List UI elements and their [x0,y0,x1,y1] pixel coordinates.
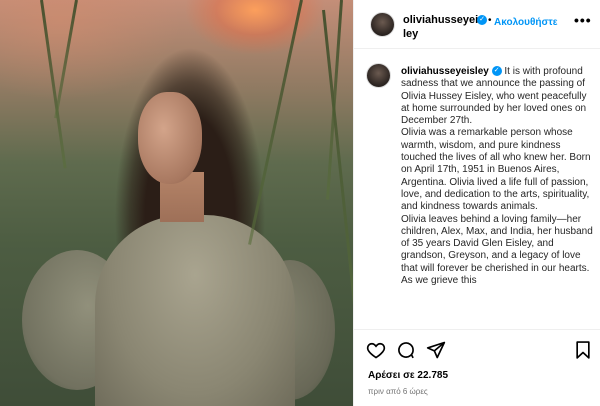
header-username[interactable]: oliviahusseyeisley [403,13,487,41]
header-separator: • [488,15,492,26]
verified-badge-icon: ✓ [477,15,487,25]
photo-face [138,92,202,184]
post-header: oliviahusseyeisley ✓ • Ακολουθήστε ••• [354,0,600,49]
photo-blouse [95,215,295,406]
likes-count[interactable]: Αρέσει σε 22.785 [368,370,448,381]
share-icon[interactable] [426,340,446,360]
photo-frond [54,0,78,119]
post-panel: oliviahusseyeisley ✓ • Ακολουθήστε ••• o… [353,0,600,406]
avatar[interactable] [370,12,395,37]
action-bar: Αρέσει σε 22.785 πριν από 6 ώρες [354,329,600,406]
verified-badge-icon: ✓ [491,66,502,77]
comment-icon[interactable] [396,340,416,360]
heart-icon[interactable] [366,340,386,360]
caption-username[interactable]: oliviahusseyeisley [401,66,489,77]
more-options-icon[interactable]: ••• [574,12,592,28]
caption-text: oliviahusseyeisley ✓ It is with profound… [401,66,597,287]
post-photo[interactable] [0,0,353,406]
bookmark-icon[interactable] [573,340,593,360]
caption-avatar[interactable] [366,63,391,88]
caption-area: oliviahusseyeisley ✓ It is with profound… [354,49,600,329]
caption-paragraph: Olivia leaves behind a loving family—her… [401,213,593,287]
follow-button[interactable]: Ακολουθήστε [494,17,558,28]
caption-paragraph: Olivia was a remarkable person whose war… [401,127,591,213]
post-timestamp[interactable]: πριν από 6 ώρες [368,387,428,396]
